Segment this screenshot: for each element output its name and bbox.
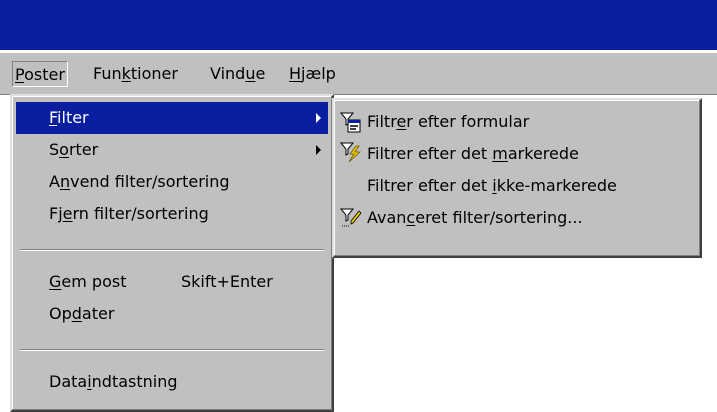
- advanced-filter-icon: [340, 208, 362, 227]
- submenu-item-filtrer-markerede[interactable]: Filtrer efter det markerede: [336, 138, 698, 170]
- submenu-arrow-icon: [316, 113, 321, 123]
- menu-vindue[interactable]: Vindue: [208, 61, 267, 87]
- filter-submenu: Filtrer efter formular Filtrer efter det…: [332, 98, 702, 258]
- menu-hjaelp[interactable]: Hjælp: [287, 61, 338, 87]
- menu-funktioner[interactable]: Funktioner: [91, 61, 180, 87]
- poster-dropdown-menu: Filter Sorter Anvend filter/sortering Fj…: [10, 94, 334, 412]
- title-bar: [0, 0, 717, 50]
- submenu-item-avanceret-filter[interactable]: Avanceret filter/sortering...: [336, 202, 698, 234]
- menu-item-filter[interactable]: Filter: [16, 102, 328, 134]
- menu-item-anvend-filter[interactable]: Anvend filter/sortering: [16, 166, 328, 198]
- menu-bar: Poster Funktioner Vindue Hjælp: [0, 52, 717, 94]
- submenu-item-filtrer-formular[interactable]: Filtrer efter formular: [336, 106, 698, 138]
- filter-selection-icon: [340, 142, 362, 163]
- menu-separator: [20, 249, 324, 251]
- menu-item-dataindtastning[interactable]: Dataindtastning: [16, 366, 328, 398]
- menu-item-fjern-filter[interactable]: Fjern filter/sortering: [16, 198, 328, 230]
- menu-item-sorter[interactable]: Sorter: [16, 134, 328, 166]
- shortcut-label: Skift+Enter: [181, 272, 273, 291]
- submenu-item-filtrer-ikke-markerede[interactable]: Filtrer efter det ikke-markerede: [336, 170, 698, 202]
- menu-item-opdater[interactable]: Opdater: [16, 298, 328, 330]
- menu-poster[interactable]: Poster: [12, 61, 68, 87]
- menu-item-gem-post[interactable]: Gem post Skift+Enter: [16, 266, 328, 298]
- filter-form-icon: [340, 112, 361, 133]
- submenu-arrow-icon: [316, 145, 321, 155]
- menu-separator: [20, 349, 324, 351]
